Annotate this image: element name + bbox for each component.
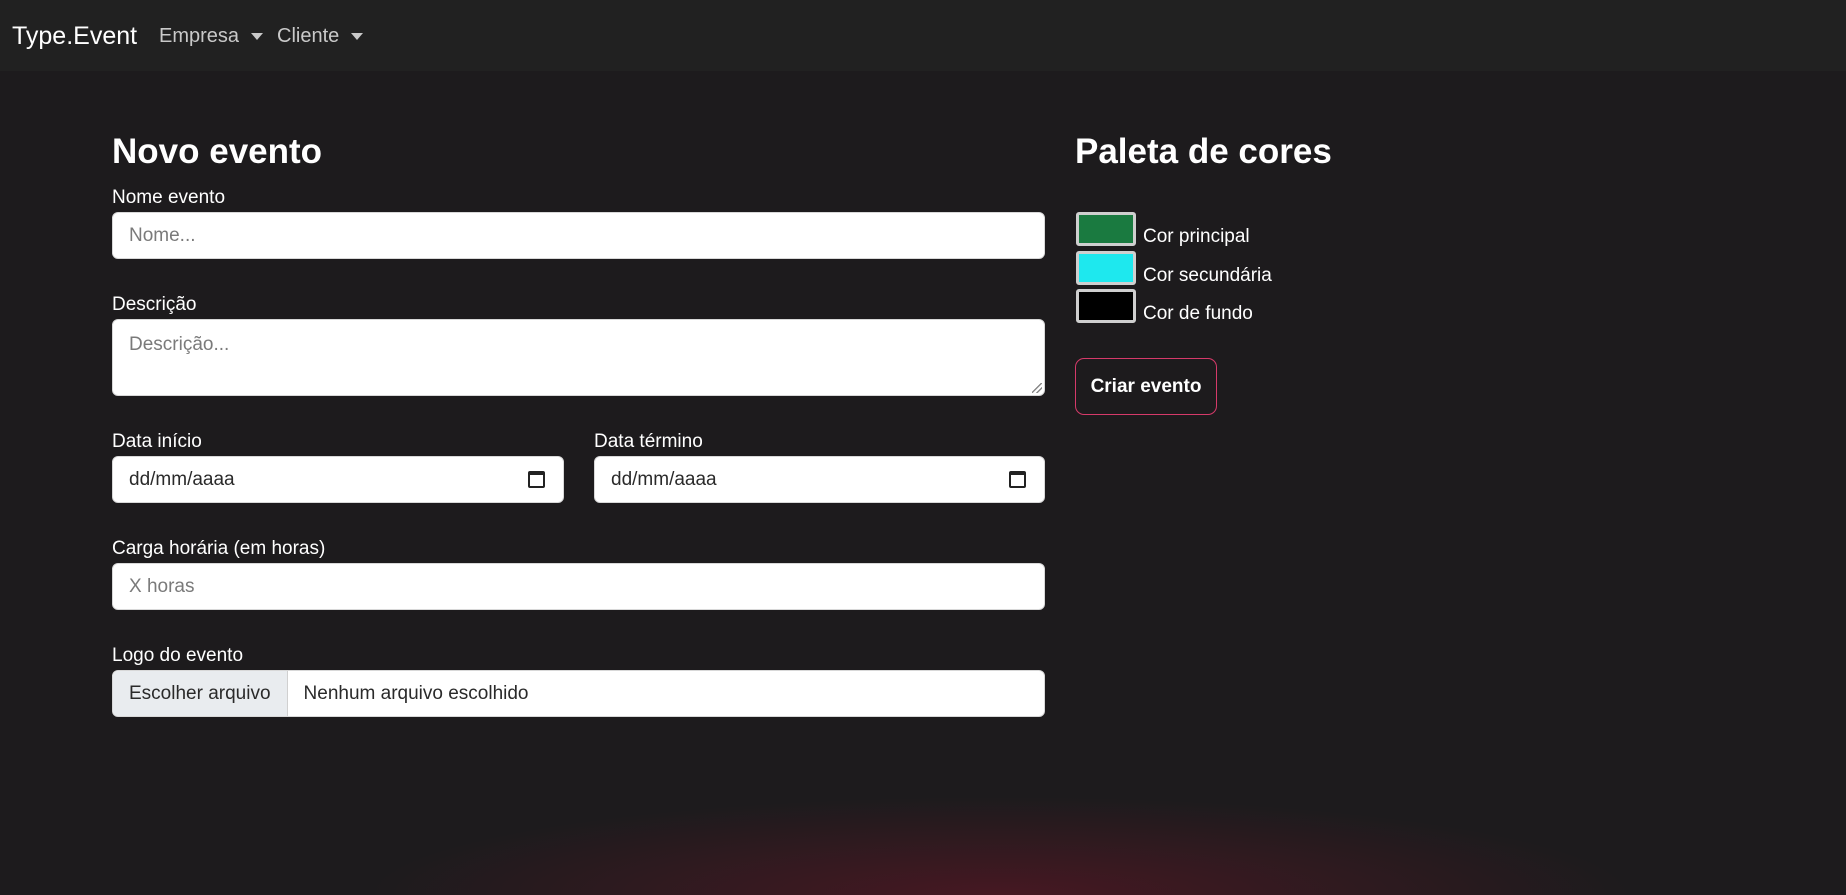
- data-termino-input[interactable]: dd/mm/aaaa: [594, 456, 1045, 503]
- carga-input[interactable]: X horas: [112, 563, 1045, 610]
- resize-handle-icon[interactable]: [1032, 383, 1042, 393]
- calendar-icon[interactable]: [1009, 471, 1026, 488]
- navbar: Type.Event Empresa Cliente: [0, 0, 1846, 71]
- data-inicio-value: dd/mm/aaaa: [129, 468, 235, 490]
- chevron-down-icon: [351, 32, 364, 40]
- nome-label: Nome evento: [112, 187, 226, 208]
- calendar-icon[interactable]: [528, 471, 545, 488]
- nav-dropdown-empresa[interactable]: Empresa: [159, 24, 264, 48]
- descricao-textarea[interactable]: Descrição...: [112, 319, 1045, 396]
- logo-label: Logo do evento: [112, 645, 244, 666]
- descricao-placeholder: Descrição...: [129, 334, 230, 355]
- data-termino-label: Data término: [594, 431, 703, 452]
- criar-evento-button[interactable]: Criar evento: [1075, 358, 1217, 415]
- color-label-principal: Cor principal: [1143, 226, 1250, 247]
- data-termino-value: dd/mm/aaaa: [611, 468, 717, 490]
- data-inicio-input[interactable]: dd/mm/aaaa: [112, 456, 564, 503]
- page-title: Novo evento: [112, 132, 323, 171]
- carga-placeholder: X horas: [129, 575, 195, 597]
- color-picker-principal[interactable]: [1076, 212, 1136, 246]
- carga-label: Carga horária (em horas): [112, 538, 326, 559]
- nav-dropdown-label: Empresa: [159, 25, 240, 47]
- color-label-fundo: Cor de fundo: [1143, 303, 1253, 324]
- palette-title: Paleta de cores: [1075, 132, 1332, 171]
- nav-dropdown-cliente[interactable]: Cliente: [277, 24, 364, 48]
- data-inicio-label: Data início: [112, 431, 202, 452]
- color-picker-fundo[interactable]: [1076, 289, 1136, 323]
- color-label-secundaria: Cor secundária: [1143, 265, 1272, 286]
- logo-file-input[interactable]: Escolher arquivo Nenhum arquivo escolhid…: [112, 670, 1045, 717]
- nome-placeholder: Nome...: [129, 224, 196, 246]
- file-status: Nenhum arquivo escolhido: [303, 682, 529, 704]
- nav-dropdown-label: Cliente: [277, 25, 340, 47]
- choose-file-button[interactable]: Escolher arquivo: [113, 671, 288, 716]
- color-picker-secundaria[interactable]: [1076, 251, 1136, 285]
- descricao-label: Descrição: [112, 294, 197, 315]
- brand-logo[interactable]: Type.Event: [12, 20, 137, 52]
- chevron-down-icon: [251, 32, 264, 40]
- nome-input[interactable]: Nome...: [112, 212, 1045, 259]
